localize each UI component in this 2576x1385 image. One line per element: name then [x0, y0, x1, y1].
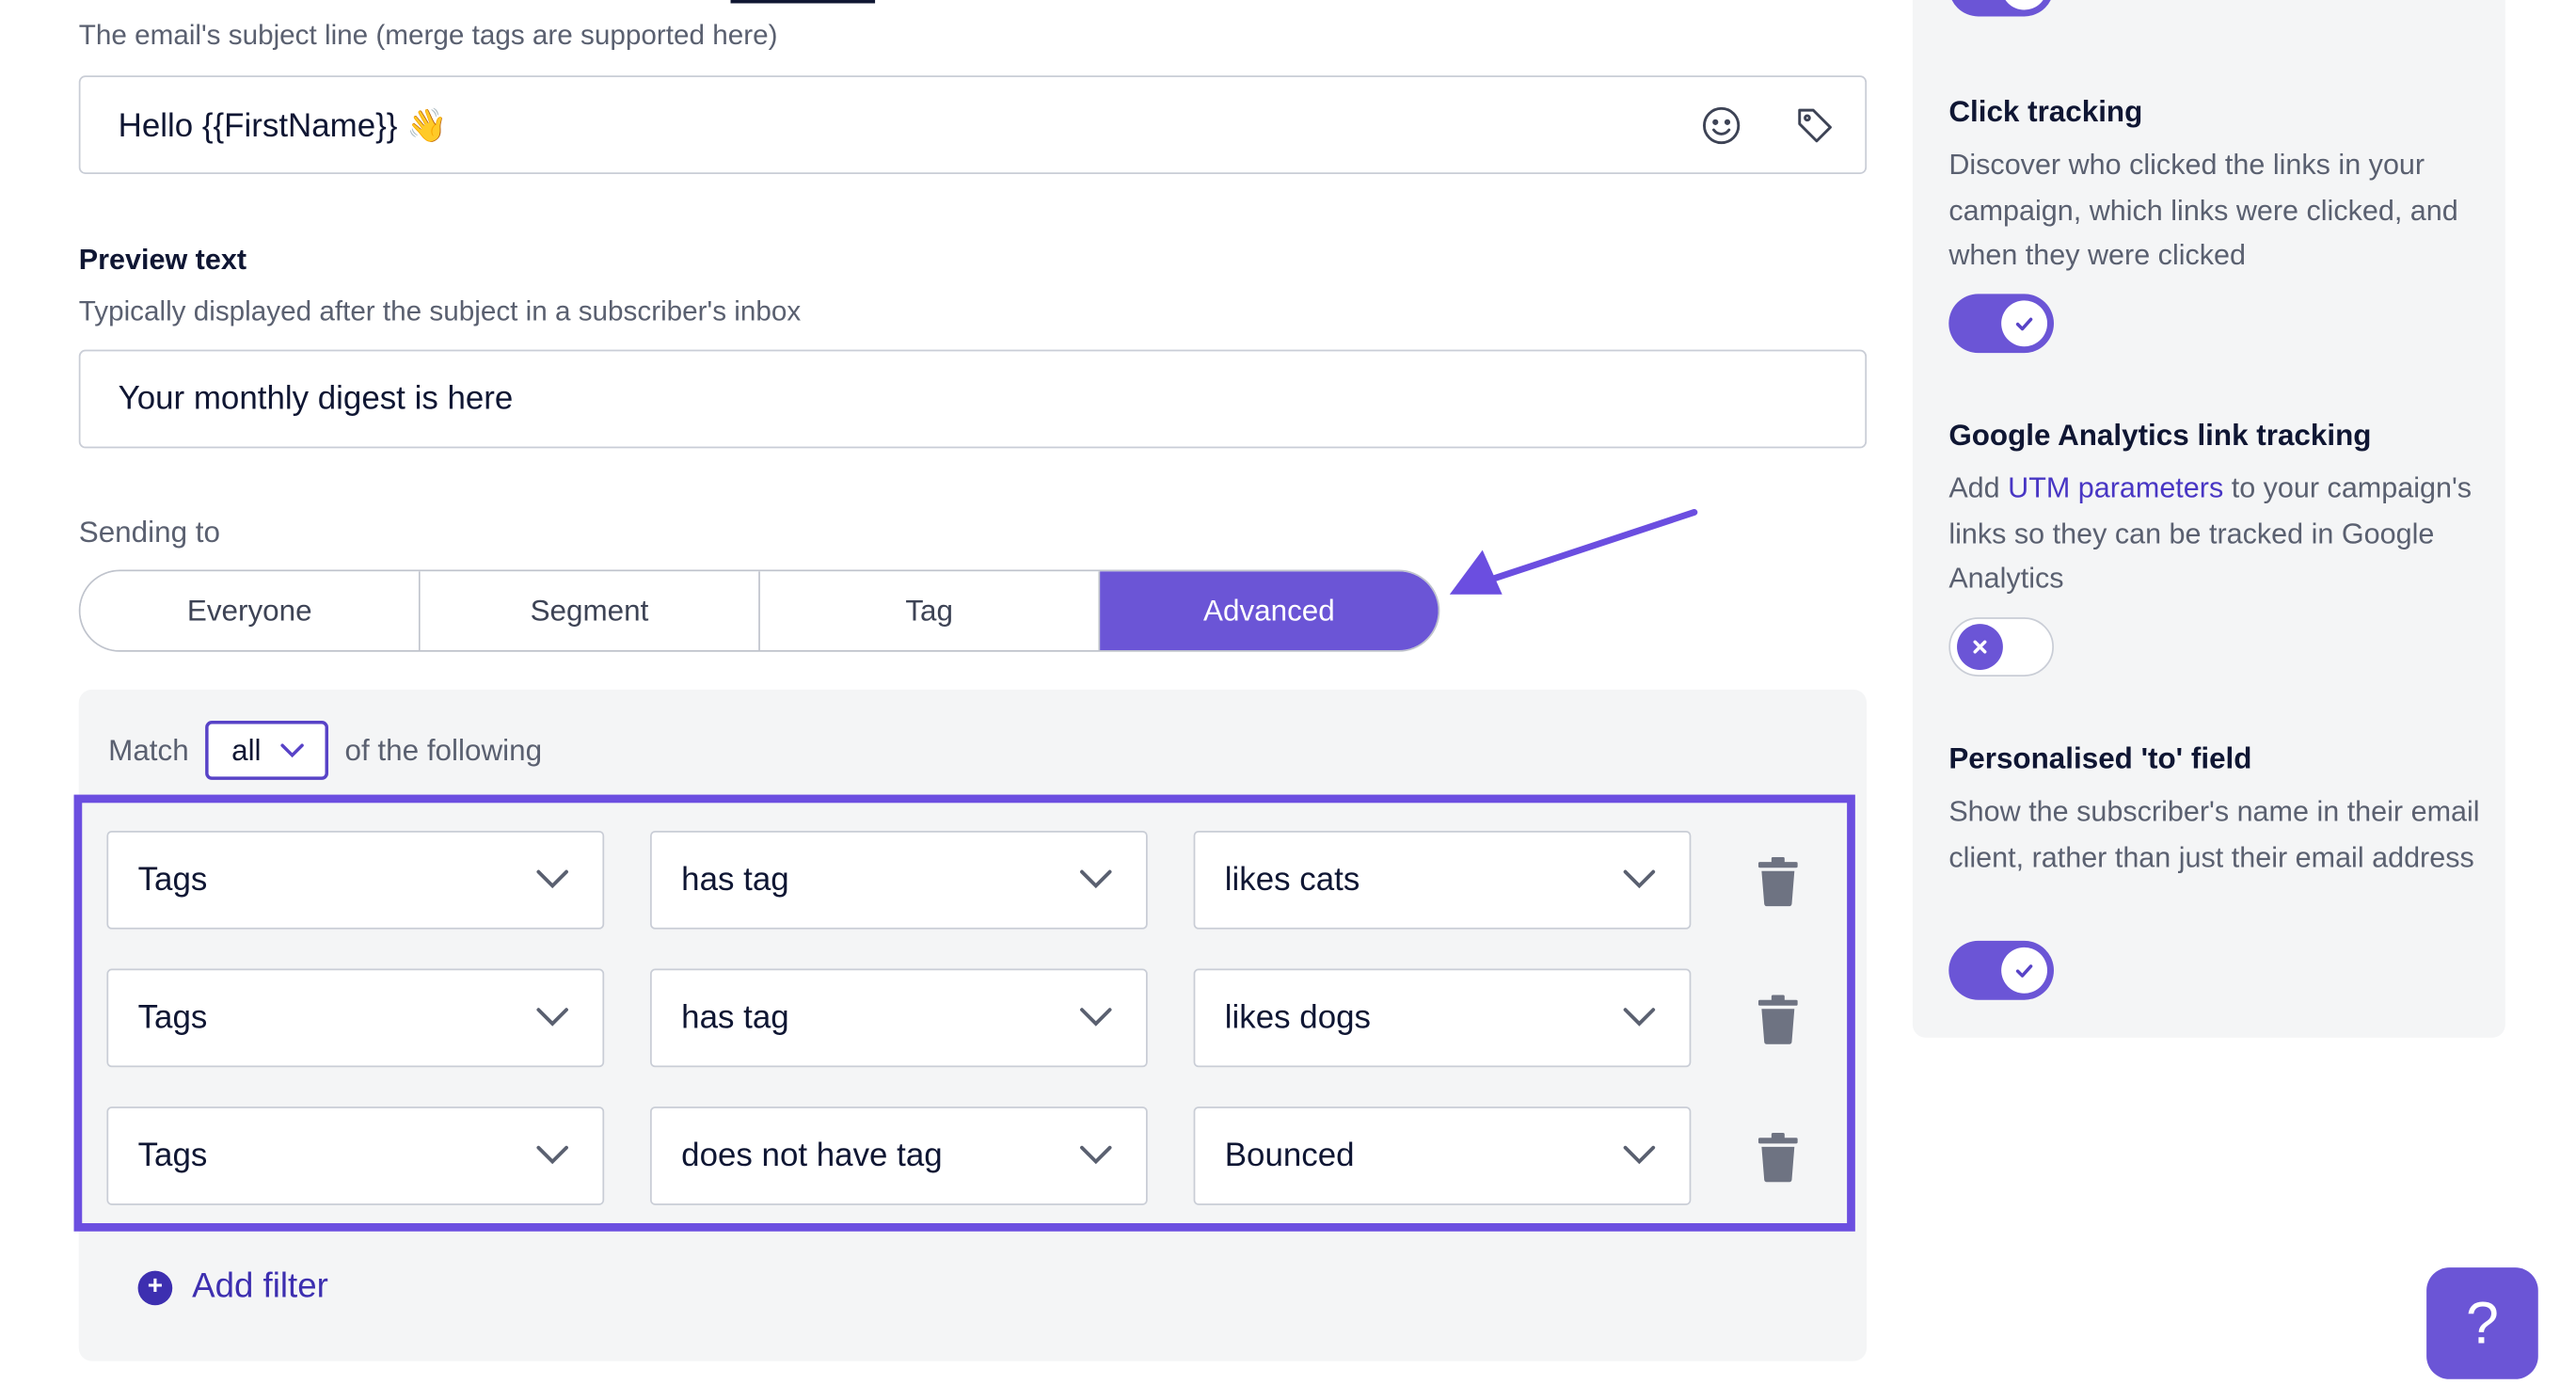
chevron-down-icon — [1080, 1008, 1112, 1027]
check-icon — [2001, 300, 2048, 347]
filter-row: Tags has tag likes dogs — [106, 968, 1847, 1068]
advanced-filter-panel: Match all of the following Tags has tag … — [73, 689, 1868, 1361]
trash-icon[interactable] — [1757, 1133, 1798, 1183]
filter-field-select[interactable]: Tags — [106, 1106, 605, 1205]
chevron-down-icon — [1623, 1008, 1656, 1027]
filter-value-text: Bounced — [1224, 1137, 1355, 1173]
filter-operator-select[interactable]: has tag — [650, 968, 1148, 1068]
ga-desc-before: Add — [1948, 470, 2009, 504]
match-row: Match all of the following — [108, 721, 542, 780]
filter-field-value: Tags — [137, 861, 208, 898]
filter-field-value: Tags — [137, 1137, 208, 1173]
sending-label: Sending to — [78, 515, 220, 549]
campaign-settings-page: The email's subject line (merge tags are… — [0, 0, 2576, 1385]
subject-value: Hello {{FirstName}} 👋 — [118, 107, 448, 144]
merge-tag-icon[interactable] — [1794, 104, 1836, 146]
click-tracking-desc: Discover who clicked the links in your c… — [1948, 148, 2458, 271]
preview-label: Preview text — [78, 243, 246, 277]
check-icon — [2001, 0, 2048, 10]
filter-value-select[interactable]: likes cats — [1193, 830, 1692, 930]
ga-tracking-title: Google Analytics link tracking — [1948, 418, 2372, 452]
match-select[interactable]: all — [205, 721, 329, 780]
filter-operator-select[interactable]: has tag — [650, 830, 1148, 930]
preview-hint: Typically displayed after the subject in… — [78, 295, 802, 327]
chevron-down-icon — [280, 743, 304, 758]
match-value: all — [231, 733, 262, 767]
preview-value: Your monthly digest is here — [118, 379, 514, 417]
trash-icon[interactable] — [1757, 856, 1798, 907]
sending-option-everyone[interactable]: Everyone — [80, 571, 421, 651]
help-button[interactable]: ? — [2426, 1267, 2538, 1379]
tracking-settings-sidebar: Click tracking Discover who clicked the … — [1912, 0, 2505, 1038]
ga-tracking-toggle[interactable] — [1948, 617, 2054, 677]
personalised-to-desc: Show the subscriber's name in their emai… — [1948, 794, 2480, 873]
filter-value-text: likes dogs — [1224, 998, 1371, 1036]
chevron-down-icon — [1623, 1145, 1656, 1165]
preview-input[interactable]: Your monthly digest is here — [78, 349, 1868, 449]
filter-row: Tags has tag likes cats — [106, 830, 1847, 930]
filter-operator-value: has tag — [681, 998, 789, 1036]
sending-option-tag[interactable]: Tag — [759, 571, 1101, 651]
match-prefix: Match — [108, 733, 189, 767]
filter-rows-highlight: Tags has tag likes cats Tags has tag lik… — [73, 794, 1855, 1232]
emoji-icon[interactable] — [1701, 104, 1742, 146]
x-icon — [1957, 624, 2003, 670]
filter-row: Tags does not have tag Bounced — [106, 1106, 1847, 1205]
top-toggle[interactable] — [1948, 0, 2054, 17]
filter-operator-value: has tag — [681, 861, 789, 898]
utm-parameters-link[interactable]: UTM parameters — [2008, 471, 2223, 504]
filter-value-select[interactable]: Bounced — [1193, 1106, 1692, 1205]
filter-field-select[interactable]: Tags — [106, 968, 605, 1068]
plus-circle-icon: + — [137, 1269, 173, 1305]
sending-option-advanced[interactable]: Advanced — [1100, 571, 1439, 651]
sending-to-segmented-control: Everyone Segment Tag Advanced — [78, 569, 1440, 652]
filter-operator-value: does not have tag — [681, 1137, 943, 1173]
chevron-down-icon — [536, 1145, 568, 1165]
annotation-arrow-icon — [1449, 508, 1698, 595]
add-filter-label: Add filter — [192, 1267, 328, 1306]
add-filter-button[interactable]: + Add filter — [137, 1267, 328, 1307]
personalised-to-toggle[interactable] — [1948, 940, 2054, 1000]
subject-hint: The email's subject line (merge tags are… — [78, 19, 778, 52]
filter-value-select[interactable]: likes dogs — [1193, 968, 1692, 1068]
chevron-down-icon — [1623, 869, 1656, 889]
subject-input[interactable]: Hello {{FirstName}} 👋 — [78, 75, 1868, 174]
filter-field-value: Tags — [137, 998, 208, 1036]
active-tab-underline — [730, 0, 876, 4]
filter-operator-select[interactable]: does not have tag — [650, 1106, 1148, 1205]
personalised-to-title: Personalised 'to' field — [1948, 741, 2252, 775]
help-icon: ? — [2465, 1288, 2499, 1357]
filter-field-select[interactable]: Tags — [106, 830, 605, 930]
click-tracking-toggle[interactable] — [1948, 294, 2054, 354]
chevron-down-icon — [1080, 869, 1112, 889]
filter-value-text: likes cats — [1224, 861, 1360, 898]
chevron-down-icon — [536, 1008, 568, 1027]
chevron-down-icon — [1080, 1145, 1112, 1165]
match-suffix: of the following — [344, 733, 543, 767]
click-tracking-title: Click tracking — [1948, 95, 2143, 129]
check-icon — [2001, 947, 2048, 994]
sending-option-segment[interactable]: Segment — [420, 571, 760, 651]
chevron-down-icon — [536, 869, 568, 889]
ga-tracking-desc: Add UTM parameters to your campaign's li… — [1948, 467, 2490, 602]
trash-icon[interactable] — [1757, 995, 1798, 1044]
